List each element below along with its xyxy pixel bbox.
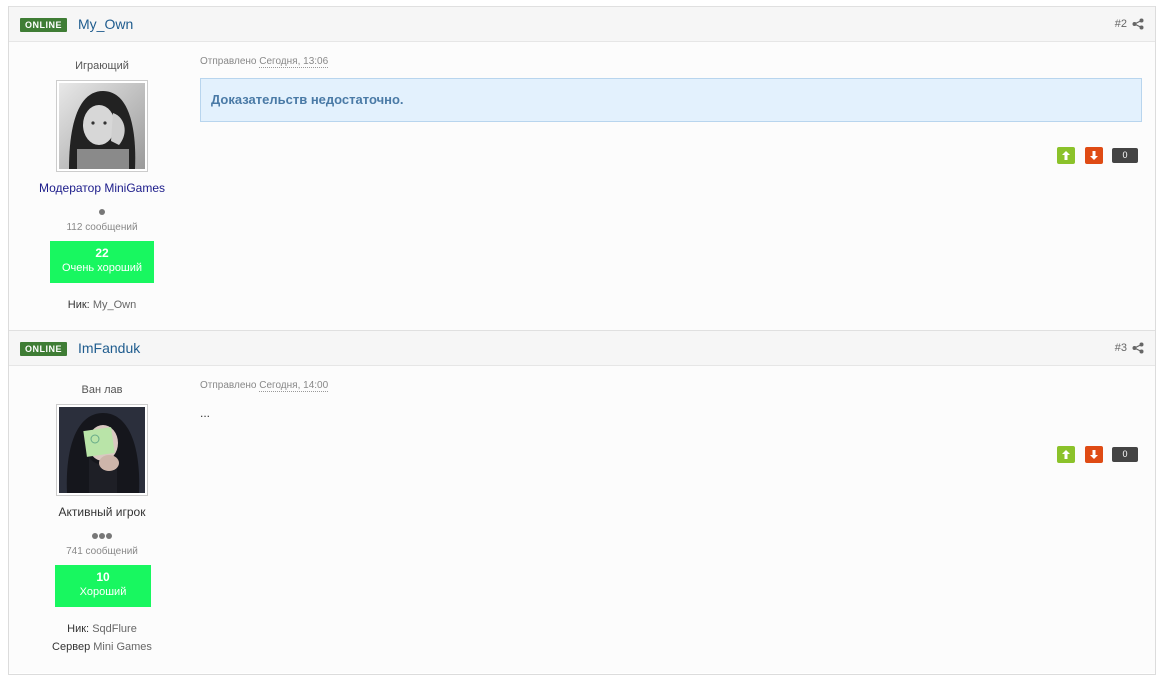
post-date: Отправлено Сегодня, 13:06: [200, 56, 329, 68]
topic-posts: ONLINE My_Own #2 Играющий Модератор Mini…: [8, 6, 1156, 675]
rank-pip: [92, 533, 98, 539]
post-number-link[interactable]: #2: [1115, 18, 1127, 30]
field-value: SqdFlure: [92, 623, 137, 635]
share-icon[interactable]: [1132, 18, 1144, 30]
avatar[interactable]: [56, 80, 148, 172]
user-group: Активный игрок: [58, 505, 146, 519]
rank-pip: [99, 533, 105, 539]
field-label: Ник:: [67, 299, 90, 311]
arrow-down-icon: [1090, 450, 1098, 459]
rank-title: Ван лав: [81, 384, 123, 396]
rank-pip: [99, 209, 105, 215]
arrow-up-icon: [1062, 151, 1070, 160]
avatar-image: [59, 407, 145, 493]
reputation-box: 10 Хороший: [55, 565, 151, 607]
reputation-label: Хороший: [79, 586, 127, 598]
avatar-image: [59, 83, 145, 169]
posted-label: Отправлено: [200, 380, 257, 391]
field-value: Mini Games: [93, 641, 152, 653]
rank-pips: [9, 526, 195, 539]
post-content: Доказательств недостаточно.: [200, 78, 1142, 122]
online-badge: ONLINE: [20, 342, 68, 356]
arrow-up-icon: [1062, 450, 1070, 459]
profile-field-nick: Ник: My_Own: [9, 299, 195, 311]
post: ONLINE My_Own #2 Играющий Модератор Mini…: [9, 6, 1155, 331]
reputation-value: 10: [96, 570, 110, 584]
arrow-down-icon: [1090, 151, 1098, 160]
profile-field-nick: Ник: SqdFlure: [9, 623, 195, 635]
post-header: ONLINE My_Own #2: [9, 6, 1155, 42]
reputation-score: 0: [1112, 148, 1138, 163]
vote-up-button[interactable]: [1057, 446, 1075, 463]
reputation-score: 0: [1112, 447, 1138, 462]
field-label: Сервер: [52, 641, 91, 653]
online-badge: ONLINE: [20, 18, 68, 32]
vote-down-button[interactable]: [1085, 446, 1103, 463]
post-date: Отправлено Сегодня, 14:00: [200, 380, 329, 392]
post-content: ...: [200, 406, 211, 420]
reputation-value: 22: [95, 246, 109, 260]
reputation-box: 22 Очень хороший: [50, 241, 154, 283]
post-count: 741 сообщений: [66, 546, 138, 557]
post-count: 112 сообщений: [66, 222, 138, 233]
rank-title: Играющий: [75, 60, 129, 72]
vote-down-button[interactable]: [1085, 147, 1103, 164]
post-header: ONLINE ImFanduk #3: [9, 330, 1155, 366]
post: ONLINE ImFanduk #3 Ван лав Активный игро…: [9, 330, 1155, 674]
posted-date: Сегодня, 14:00: [259, 380, 329, 392]
avatar[interactable]: [56, 404, 148, 496]
rank-pip: [106, 533, 112, 539]
field-label: Ник:: [67, 623, 90, 635]
user-group: Модератор MiniGames: [38, 181, 166, 195]
post-number-link[interactable]: #3: [1115, 342, 1127, 354]
share-icon[interactable]: [1132, 342, 1144, 354]
posted-date: Сегодня, 13:06: [259, 56, 329, 68]
posted-label: Отправлено: [200, 56, 257, 67]
post-body: Играющий Модератор MiniGames 112 сообщен…: [9, 42, 1155, 330]
username-link[interactable]: My_Own: [78, 16, 133, 32]
vote-up-button[interactable]: [1057, 147, 1075, 164]
field-value: My_Own: [92, 299, 137, 311]
post-body: Ван лав Активный игрок 741 сообщений 10 …: [9, 366, 1155, 673]
reputation-label: Очень хороший: [61, 262, 143, 274]
profile-field-server: Сервер Mini Games: [9, 641, 195, 653]
rank-pips: [9, 202, 195, 215]
username-link[interactable]: ImFanduk: [78, 340, 140, 356]
